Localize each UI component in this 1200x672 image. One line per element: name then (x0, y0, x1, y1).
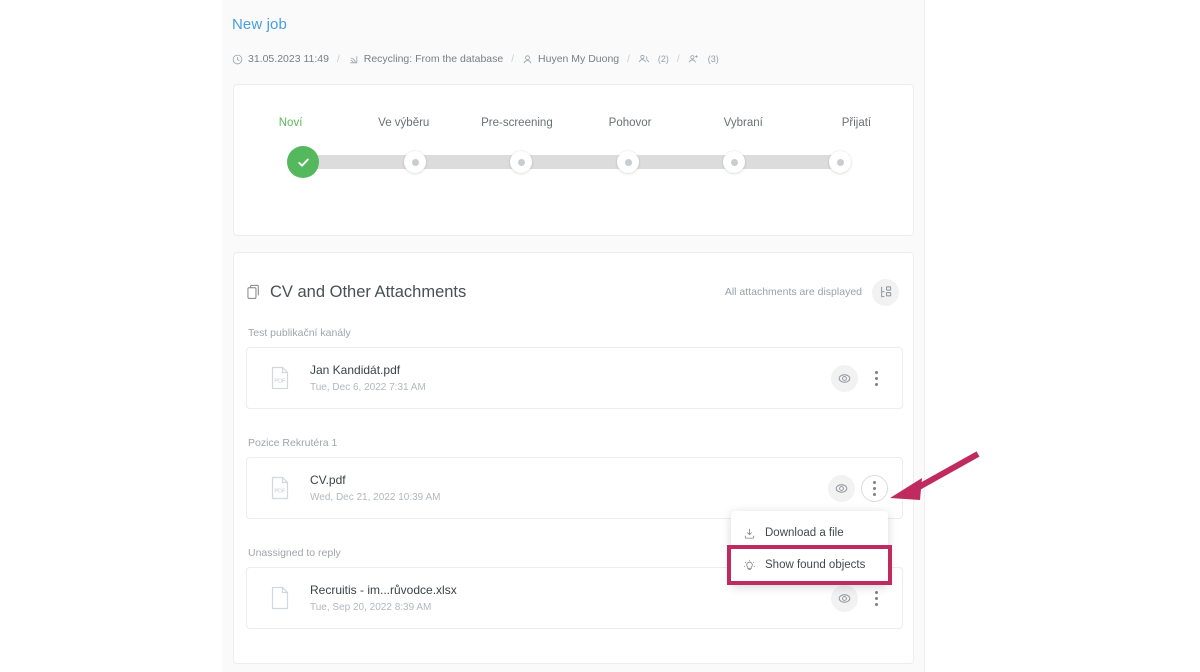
breadcrumb-label: Huyen My Duong (538, 53, 620, 65)
step-dot (836, 158, 844, 166)
kebab-dots (874, 370, 878, 386)
table-row[interactable]: PDF Jan Kandidát.pdf Tue, Dec 6, 2022 7:… (246, 347, 903, 409)
file-date: Tue, Sep 20, 2022 8:39 AM (310, 602, 432, 613)
breadcrumb-separator: / (511, 53, 515, 65)
users-icon (638, 53, 650, 65)
generic-file-icon (263, 585, 297, 611)
step-label-pre-screening[interactable]: Pre-screening (460, 117, 573, 129)
page-root: New job 31.05.2023 11:49 / Recycling: Fr… (0, 0, 1200, 672)
step-label-prijati[interactable]: Přijatí (800, 117, 913, 129)
lightbulb-icon (743, 559, 756, 572)
kebab-dots (873, 480, 876, 496)
menu-item-show-found-objects[interactable]: Show found objects (727, 545, 892, 585)
breadcrumb-separator: / (336, 53, 340, 65)
kebab-menu-icon[interactable] (864, 365, 888, 392)
stepper-labels: Noví Ve výběru Pre-screening Pohovor Vyb… (234, 117, 913, 129)
attachments-card: CV and Other Attachments All attachments… (233, 252, 914, 664)
step-label-pohovor[interactable]: Pohovor (574, 117, 687, 129)
group-label: Test publikační kanály (248, 327, 351, 339)
stepper-track (287, 146, 851, 178)
step-label-ve-vyberu[interactable]: Ve výběru (347, 117, 460, 129)
file-name: Recruitis - im...růvodce.xlsx (310, 583, 457, 597)
pdf-file-icon: PDF (263, 475, 297, 501)
clock-icon (232, 54, 243, 65)
file-date: Wed, Dec 21, 2022 10:39 AM (310, 492, 441, 503)
attachment-group-2: Pozice Rekrutéra 1 PDF CV.pdf Wed, Dec 2… (246, 437, 903, 519)
documents-icon (246, 284, 262, 300)
kebab-dots (874, 590, 878, 606)
file-actions (831, 364, 888, 392)
file-meta: CV.pdf Wed, Dec 21, 2022 10:39 AM (310, 473, 440, 503)
file-meta: Recruitis - im...růvodce.xlsx Tue, Sep 2… (310, 583, 457, 613)
step-node-ve-vyberu[interactable] (404, 151, 426, 173)
attachments-header: CV and Other Attachments All attachments… (234, 275, 913, 309)
breadcrumb-count: (2) (657, 54, 669, 64)
file-date: Tue, Dec 6, 2022 7:31 AM (310, 382, 426, 393)
file-name: CV.pdf (310, 473, 346, 487)
eye-icon[interactable] (831, 364, 858, 392)
breadcrumb-label: Recycling: From the database (363, 53, 504, 65)
breadcrumb-count: (3) (707, 54, 719, 64)
pipeline-stepper-card: Noví Ve výběru Pre-screening Pohovor Vyb… (233, 84, 914, 236)
menu-item-label: Download a file (765, 527, 844, 539)
step-node-prijati[interactable] (829, 151, 851, 173)
user-icon (522, 54, 533, 65)
breadcrumb-label: 31.05.2023 11:49 (248, 53, 329, 65)
breadcrumb-item-datetime: 31.05.2023 11:49 (232, 53, 329, 65)
step-label-vybrani[interactable]: Vybraní (687, 117, 800, 129)
step-dot (517, 158, 525, 166)
attachments-status-note: All attachments are displayed (724, 286, 862, 298)
svg-text:PDF: PDF (274, 379, 286, 385)
breadcrumb: 31.05.2023 11:49 / Recycling: From the d… (232, 53, 719, 65)
step-dot (411, 158, 419, 166)
group-label: Pozice Rekrutéra 1 (248, 437, 338, 449)
step-node-pre-screening[interactable] (510, 151, 532, 173)
breadcrumb-item-candidates[interactable]: (2) (638, 53, 669, 65)
pdf-file-icon: PDF (263, 365, 297, 391)
breadcrumb-separator: / (676, 53, 680, 65)
breadcrumb-item-new-candidates[interactable]: (3) (688, 53, 719, 65)
step-dot (624, 158, 632, 166)
step-dot (730, 158, 738, 166)
eye-icon[interactable] (828, 474, 855, 502)
svg-text:PDF: PDF (274, 489, 286, 495)
file-actions (831, 584, 888, 612)
download-icon (743, 527, 756, 540)
eye-icon[interactable] (831, 584, 858, 612)
attachments-title-group: CV and Other Attachments (246, 283, 466, 302)
kebab-menu-icon[interactable] (864, 585, 888, 612)
attachment-group-1: Test publikační kanály PDF Jan Kandidát.… (246, 327, 903, 409)
attachments-header-actions: All attachments are displayed (724, 278, 899, 306)
file-actions (828, 474, 888, 502)
breadcrumb-separator: / (627, 53, 630, 65)
layout-toggle-icon[interactable] (872, 278, 899, 306)
step-node-novi[interactable] (287, 146, 319, 178)
step-label-novi[interactable]: Noví (234, 117, 347, 129)
breadcrumb-item-source[interactable]: Recycling: From the database (348, 53, 503, 65)
attachments-title: CV and Other Attachments (270, 282, 467, 301)
table-row[interactable]: PDF CV.pdf Wed, Dec 21, 2022 10:39 AM (246, 457, 903, 519)
step-node-vybrani[interactable] (723, 151, 745, 173)
kebab-menu-icon[interactable] (861, 474, 888, 502)
file-meta: Jan Kandidát.pdf Tue, Dec 6, 2022 7:31 A… (310, 363, 426, 393)
file-name: Jan Kandidát.pdf (310, 363, 401, 377)
file-context-menu: Download a file Show found objects (727, 511, 892, 585)
menu-item-download-a-file[interactable]: Download a file (731, 517, 888, 549)
user-add-icon (688, 53, 700, 65)
menu-item-label: Show found objects (765, 559, 866, 571)
step-node-pohovor[interactable] (617, 151, 639, 173)
breadcrumb-item-owner[interactable]: Huyen My Duong (522, 53, 619, 65)
page-title[interactable]: New job (232, 16, 287, 33)
rss-feed-icon (348, 54, 359, 65)
